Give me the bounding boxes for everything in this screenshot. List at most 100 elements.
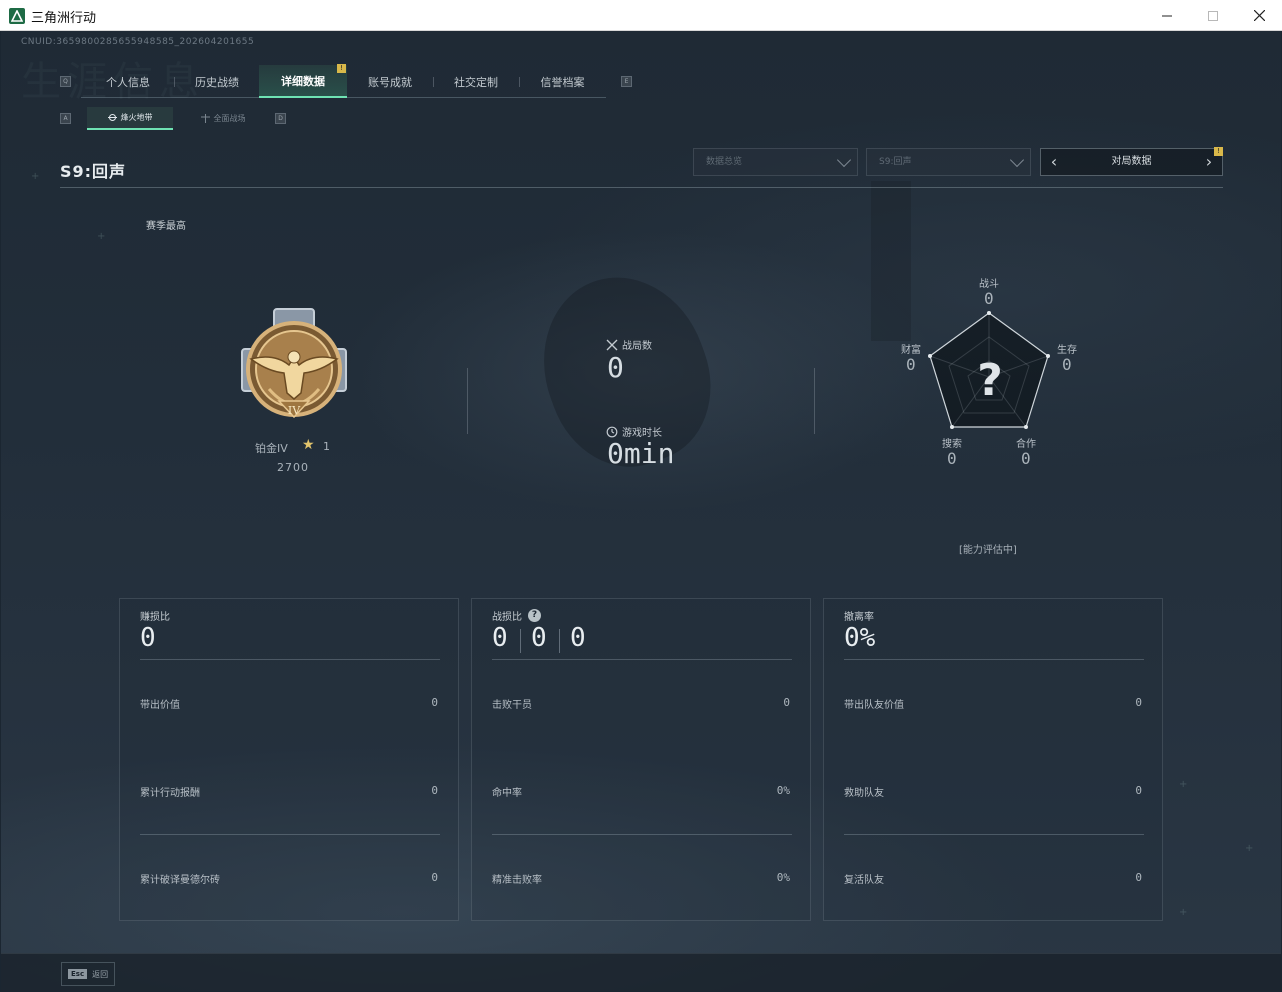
stat-row-value: 0: [783, 696, 790, 709]
section-divider: [467, 368, 468, 434]
back-label: 返回: [92, 969, 109, 979]
chevron-down-icon: [836, 152, 852, 168]
header-divider: [60, 187, 1223, 188]
ability-radar-chart: ? 战斗 0 生存 0 合作 0 搜索 0 财富 0: [891, 261, 1091, 481]
section-divider: [814, 368, 815, 434]
playtime-value: 0min: [607, 437, 675, 470]
window-titlebar: 三角洲行动: [0, 0, 1282, 31]
data-type-switcher: 对局数据 ‹ ›: [1040, 148, 1223, 176]
stat-row-value: 0%: [776, 871, 790, 884]
tab-profile[interactable]: 个人信息: [81, 65, 175, 98]
panel-title-text: 撤离率: [844, 612, 874, 623]
panel-divider: [844, 659, 1144, 660]
player-uid: CNUID:365980028565594858​5_2026042016​55: [21, 37, 255, 47]
stat-row-label: 复活队友: [844, 875, 884, 886]
maximize-button[interactable]: [1190, 0, 1236, 31]
crossed-swords-icon: [606, 339, 618, 350]
close-button[interactable]: [1236, 0, 1282, 31]
panel-divider: [140, 834, 440, 835]
subtab-label: 全面战场: [213, 114, 246, 123]
extraction-rate-value: 0%: [844, 623, 876, 653]
radar-value-combat: 0: [984, 289, 994, 308]
radar-label-combat: 战斗: [979, 279, 999, 290]
kd-separator: [559, 629, 560, 653]
stat-row-label: 带出价值: [140, 700, 180, 711]
back-button[interactable]: Esc 返回: [61, 962, 115, 986]
prev-tab-key-hint[interactable]: Q: [60, 76, 71, 87]
panel-divider: [140, 659, 440, 660]
radar-unknown-mark: ?: [977, 355, 1003, 406]
tab-detailed-data[interactable]: 详细数据: [259, 65, 347, 98]
prev-subtab-key-hint[interactable]: A: [60, 113, 71, 124]
radar-label-wealth: 财富: [901, 345, 921, 356]
radar-value-cooperation: 0: [1021, 449, 1031, 468]
season-title: S9:回声: [60, 162, 127, 181]
fire-zone-icon: [107, 114, 117, 121]
tab-match-history[interactable]: 历史战绩: [175, 65, 259, 98]
stat-row-value: 0: [1135, 696, 1142, 709]
kd-deaths-value: 0: [531, 623, 547, 653]
panel-divider: [844, 834, 1144, 835]
rank-tier-numeral: IV: [288, 404, 301, 417]
matches-stat: 战局数: [606, 337, 652, 352]
stat-row-value: 0: [1135, 784, 1142, 797]
extraction-rate-panel: 撤离率 0% 带出队友价值 0 救助队友 0 复活队友 0: [823, 598, 1163, 921]
panel-divider: [492, 659, 792, 660]
app-logo-icon: [9, 8, 25, 24]
chevron-right-icon[interactable]: ›: [1200, 154, 1218, 172]
stat-row-value: 0: [431, 784, 438, 797]
rank-star-count: 1: [323, 440, 330, 453]
help-icon[interactable]: ?: [528, 609, 541, 622]
ability-assessing-status: [能力评估中]: [959, 545, 1017, 556]
panel-divider: [492, 834, 792, 835]
kd-assists-value: 0: [570, 623, 586, 653]
kd-kills-value: 0: [492, 623, 508, 653]
switcher-label: 对局数据: [1111, 156, 1152, 167]
stat-row-value: 0%: [776, 784, 790, 797]
next-tab-key-hint[interactable]: E: [621, 76, 632, 87]
stat-row-label: 累计行动报酬: [140, 788, 200, 799]
subtab-battlefield[interactable]: 全面战场: [173, 107, 273, 130]
tab-credit-record[interactable]: 信誉档案: [519, 65, 606, 98]
tab-social-customization[interactable]: 社交定制: [433, 65, 519, 98]
data-scope-dropdown[interactable]: 数据总览: [693, 148, 858, 176]
rank-name: 铂金IV: [255, 442, 288, 455]
radar-label-search: 搜索: [942, 439, 962, 450]
subtab-fire-zone[interactable]: 烽火地带: [87, 107, 173, 130]
panel-title: 战损比 ?: [492, 608, 541, 623]
rank-score: 2700: [277, 461, 309, 474]
kd-separator: [520, 629, 521, 653]
tab-notification-badge: !: [337, 64, 346, 73]
radar-value-search: 0: [947, 449, 957, 468]
next-subtab-key-hint[interactable]: D: [275, 113, 286, 124]
stat-row-label: 命中率: [492, 788, 522, 799]
season-best-label: 赛季最高: [146, 221, 186, 232]
panel-title: 赚损比: [140, 608, 170, 623]
dropdown-value: 数据总览: [706, 157, 743, 167]
stat-row-label: 累计破译曼德尔砖: [140, 875, 220, 886]
stat-row-label: 救助队友: [844, 788, 884, 799]
stat-row-value: 0: [431, 871, 438, 884]
stat-row-label: 带出队友价值: [844, 700, 904, 711]
chevron-down-icon: [1009, 152, 1025, 168]
stat-row-label: 精准击败率: [492, 875, 542, 886]
tab-achievements[interactable]: 账号成就: [347, 65, 433, 98]
panel-title-text: 赚损比: [140, 612, 170, 623]
matches-label: 战局数: [622, 341, 652, 352]
decor-cross: +: [1179, 907, 1188, 918]
esc-key-icon: Esc: [68, 969, 88, 979]
stat-row-value: 0: [1135, 871, 1142, 884]
panel-title-text: 战损比: [492, 612, 522, 623]
star-icon: ★: [302, 437, 315, 453]
stat-row-label: 击败干员: [492, 700, 532, 711]
profit-ratio-panel: 赚损比 0 带出价值 0 累计行动报酬 0 累计破译曼德尔砖 0: [119, 598, 459, 921]
chevron-left-icon[interactable]: ‹: [1045, 154, 1063, 172]
profit-ratio-value: 0: [140, 623, 156, 653]
radar-label-cooperation: 合作: [1016, 439, 1036, 450]
bottom-action-bar: Esc 返回: [1, 953, 1281, 991]
radar-value-wealth: 0: [906, 355, 916, 374]
season-dropdown[interactable]: S9:回声: [866, 148, 1031, 176]
radar-label-survival: 生存: [1057, 345, 1077, 356]
minimize-button[interactable]: [1144, 0, 1190, 31]
stat-row-value: 0: [431, 696, 438, 709]
